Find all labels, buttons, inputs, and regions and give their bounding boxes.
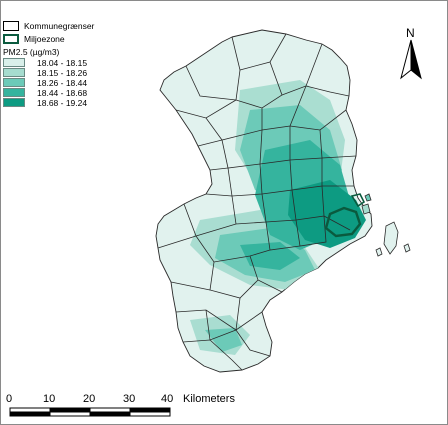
scale-unit: Kilometers bbox=[183, 393, 235, 405]
class-swatch-2 bbox=[3, 68, 25, 77]
class-label-2: 18.15 - 18.26 bbox=[37, 68, 88, 78]
scale-tick-0: 0 bbox=[6, 393, 13, 405]
legend-title: PM2.5 (µg/m3) bbox=[3, 47, 60, 57]
scale-tick-30: 30 bbox=[123, 393, 136, 405]
class-label-3: 18.26 - 18.44 bbox=[37, 78, 88, 88]
legend-zone-label: Miljoezone bbox=[24, 34, 65, 44]
north-arrow-icon bbox=[400, 39, 422, 80]
class-swatch-3 bbox=[3, 78, 25, 87]
legend-boundaries-label: Kommunegrænser bbox=[24, 21, 95, 31]
zone-swatch bbox=[3, 34, 19, 44]
class-label-4: 18.44 - 18.68 bbox=[37, 88, 88, 98]
class-swatch-5 bbox=[3, 98, 25, 107]
class-label-1: 18.04 - 18.15 bbox=[37, 58, 88, 68]
scale-tick-40: 40 bbox=[161, 393, 174, 405]
scale-tick-20: 20 bbox=[83, 393, 96, 405]
class-swatch-1 bbox=[3, 58, 25, 67]
boundary-swatch bbox=[3, 21, 19, 31]
scale-bar bbox=[9, 407, 171, 417]
class-label-5: 18.68 - 19.24 bbox=[37, 98, 88, 108]
class-swatch-4 bbox=[3, 88, 25, 97]
scale-tick-10: 10 bbox=[43, 393, 56, 405]
